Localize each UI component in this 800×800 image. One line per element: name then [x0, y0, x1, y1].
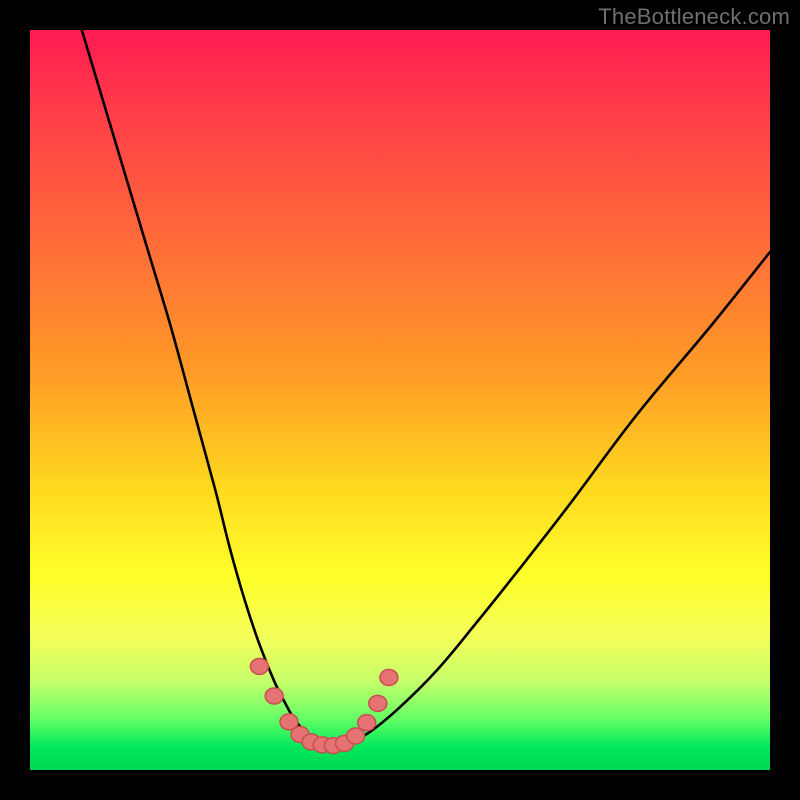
curve-marker — [250, 658, 268, 674]
curve-markers — [250, 658, 398, 753]
curve-marker — [369, 695, 387, 711]
plot-area — [30, 30, 770, 770]
curve-marker — [347, 728, 365, 744]
curve-svg — [30, 30, 770, 770]
curve-marker — [380, 670, 398, 686]
chart-container: TheBottleneck.com — [0, 0, 800, 800]
curve-marker — [265, 688, 283, 704]
bottleneck-curve — [82, 30, 770, 746]
curve-marker — [358, 715, 376, 731]
watermark-text: TheBottleneck.com — [598, 4, 790, 30]
